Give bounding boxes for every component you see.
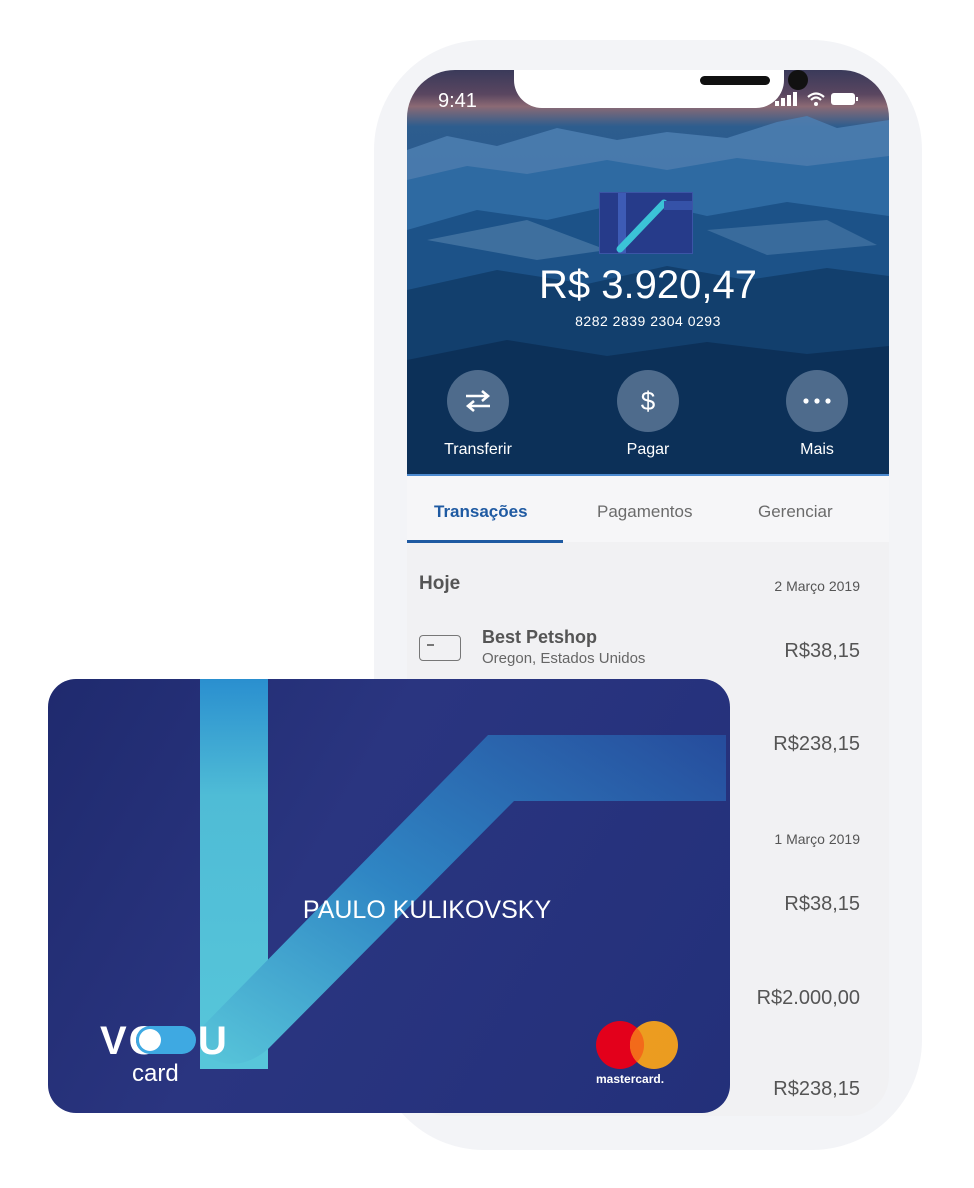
- credit-card-icon: [419, 635, 461, 661]
- mastercard-logo-icon: [596, 1021, 678, 1069]
- card-thumbnail-art: [616, 193, 692, 253]
- transaction-name[interactable]: Best Petshop: [482, 627, 597, 648]
- date-yesterday: 1 Março 2019: [774, 831, 860, 847]
- transfer-label: Transferir: [444, 441, 512, 458]
- status-time: 9:41: [438, 90, 477, 112]
- pay-label: Pagar: [626, 441, 670, 458]
- more-dots-icon: [786, 370, 848, 432]
- transaction-location: Oregon, Estados Unidos: [482, 650, 646, 667]
- notch: [514, 70, 808, 108]
- transaction-amount[interactable]: R$2.000,00: [757, 987, 860, 1010]
- wifi-icon: [807, 92, 825, 106]
- transaction-amount[interactable]: R$38,15: [784, 893, 860, 916]
- card-thumbnail[interactable]: [599, 192, 693, 254]
- card-number: 8282 2839 2304 0293: [575, 313, 721, 329]
- transfer-arrows-icon: [447, 370, 509, 432]
- brand-subtitle: card: [132, 1060, 179, 1087]
- credit-card: PAULO KULIKOVSKY VO U card mastercard.: [48, 679, 730, 1113]
- more-button[interactable]: Mais: [762, 370, 872, 459]
- transaction-amount[interactable]: R$238,15: [773, 1078, 860, 1101]
- more-label: Mais: [800, 441, 834, 458]
- signal-icon: [775, 92, 797, 106]
- dollar-icon: $: [617, 370, 679, 432]
- transaction-amount[interactable]: R$38,15: [784, 640, 860, 663]
- section-title-today: Hoje: [419, 573, 461, 594]
- account-header: 9:41 R$ 3.920,47 8282 2839 2304 0293 Tra…: [407, 70, 889, 474]
- transfer-button[interactable]: Transferir: [423, 370, 533, 459]
- tab-payments[interactable]: Pagamentos: [597, 502, 692, 522]
- brand-logo-right: U: [198, 1019, 227, 1063]
- mastercard-label: mastercard.: [596, 1072, 665, 1086]
- card-holder-name: PAULO KULIKOVSKY: [302, 896, 552, 924]
- speaker: [700, 76, 770, 85]
- active-tab-indicator: [407, 540, 563, 543]
- tab-bar: Transações Pagamentos Gerenciar: [407, 474, 889, 543]
- front-camera: [788, 70, 808, 90]
- date-today: 2 Março 2019: [774, 578, 860, 594]
- brand-toggle-icon: [136, 1026, 196, 1054]
- account-balance: R$ 3.920,47: [539, 263, 757, 307]
- tab-transactions[interactable]: Transações: [434, 502, 528, 522]
- pay-button[interactable]: $ Pagar: [593, 370, 703, 459]
- transaction-amount[interactable]: R$238,15: [773, 733, 860, 756]
- battery-icon: [831, 93, 858, 105]
- tab-manage[interactable]: Gerenciar: [758, 502, 833, 522]
- status-icons: [775, 92, 859, 106]
